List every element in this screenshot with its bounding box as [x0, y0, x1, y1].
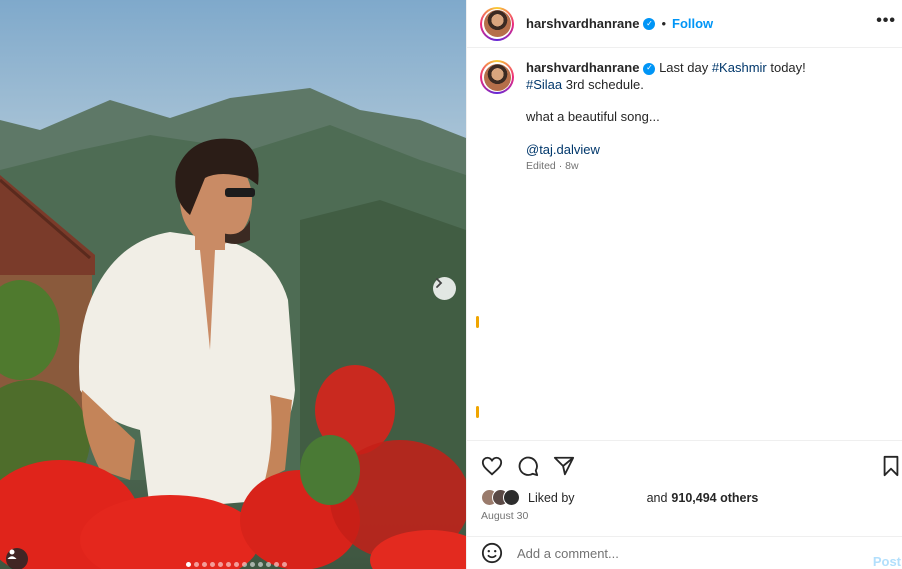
- hashtag-link[interactable]: #Silaa: [526, 77, 562, 92]
- avatar: [503, 489, 520, 506]
- comment-bar: Post: [467, 536, 902, 569]
- likes-summary: Liked by and 910,494 others: [481, 489, 758, 506]
- likes-count[interactable]: 910,494 others: [671, 491, 758, 505]
- user-icon: [7, 549, 17, 559]
- caption-text: today!: [766, 60, 806, 75]
- photo-scene: [0, 0, 466, 569]
- liker-avatars: [481, 489, 520, 506]
- mention-link[interactable]: @taj.dalview: [526, 142, 600, 157]
- post-date: August 30: [481, 510, 529, 522]
- carousel-dot: [202, 562, 207, 567]
- edge-marker: [476, 406, 479, 418]
- chevron-right-icon: [436, 278, 443, 288]
- liked-and-label: and: [646, 490, 668, 505]
- follow-button[interactable]: Follow: [672, 16, 713, 31]
- carousel-dot: [186, 562, 191, 567]
- comment-input[interactable]: [517, 545, 857, 561]
- header-separator: •: [661, 16, 666, 31]
- avatar-image: [483, 63, 511, 91]
- post-caption: harshvardhanrane ✓ Last day #Kashmir toda…: [480, 60, 890, 175]
- post-detail-panel: harshvardhanrane ✓ • Follow ••• harshvar…: [466, 0, 902, 569]
- profile-avatar[interactable]: [480, 6, 514, 41]
- carousel-dot: [242, 562, 247, 567]
- liked-by-label: Liked by: [528, 490, 575, 505]
- caption-text: 3rd schedule.: [562, 76, 644, 92]
- post-photo[interactable]: [0, 0, 466, 569]
- carousel-dot: [250, 562, 255, 567]
- profile-username[interactable]: harshvardhanrane: [526, 16, 639, 31]
- caption-text: what a beautiful song...: [526, 109, 660, 124]
- caption-text: Last day: [659, 60, 712, 75]
- carousel-indicator: [186, 562, 287, 567]
- heart-icon[interactable]: [481, 455, 503, 477]
- post-comment-button[interactable]: Post: [873, 554, 901, 569]
- hashtag-link[interactable]: #Kashmir: [712, 60, 767, 75]
- edge-marker: [476, 316, 479, 328]
- carousel-next-button[interactable]: [433, 277, 456, 300]
- bookmark-icon[interactable]: [881, 455, 901, 477]
- post-header: harshvardhanrane ✓ • Follow •••: [467, 0, 902, 48]
- more-horizontal-icon[interactable]: •••: [876, 12, 896, 30]
- edited-timestamp: Edited · 8w: [526, 160, 579, 172]
- carousel-dot: [194, 562, 199, 567]
- carousel-dot: [282, 562, 287, 567]
- carousel-dot: [226, 562, 231, 567]
- share-icon[interactable]: [553, 455, 575, 477]
- carousel-dot: [210, 562, 215, 567]
- tagged-users-button[interactable]: [6, 548, 28, 569]
- carousel-dot: [274, 562, 279, 567]
- caption-avatar[interactable]: [480, 60, 514, 94]
- verified-badge-icon: ✓: [643, 62, 656, 75]
- action-bar: [467, 440, 902, 490]
- verified-badge-icon: ✓: [643, 17, 656, 30]
- carousel-dot: [218, 562, 223, 567]
- carousel-dot: [266, 562, 271, 567]
- comment-icon[interactable]: [517, 455, 539, 477]
- emoji-icon[interactable]: [481, 542, 503, 564]
- carousel-dot: [234, 562, 239, 567]
- carousel-dot: [258, 562, 263, 567]
- avatar-image: [483, 10, 511, 37]
- caption-username[interactable]: harshvardhanrane: [526, 60, 639, 75]
